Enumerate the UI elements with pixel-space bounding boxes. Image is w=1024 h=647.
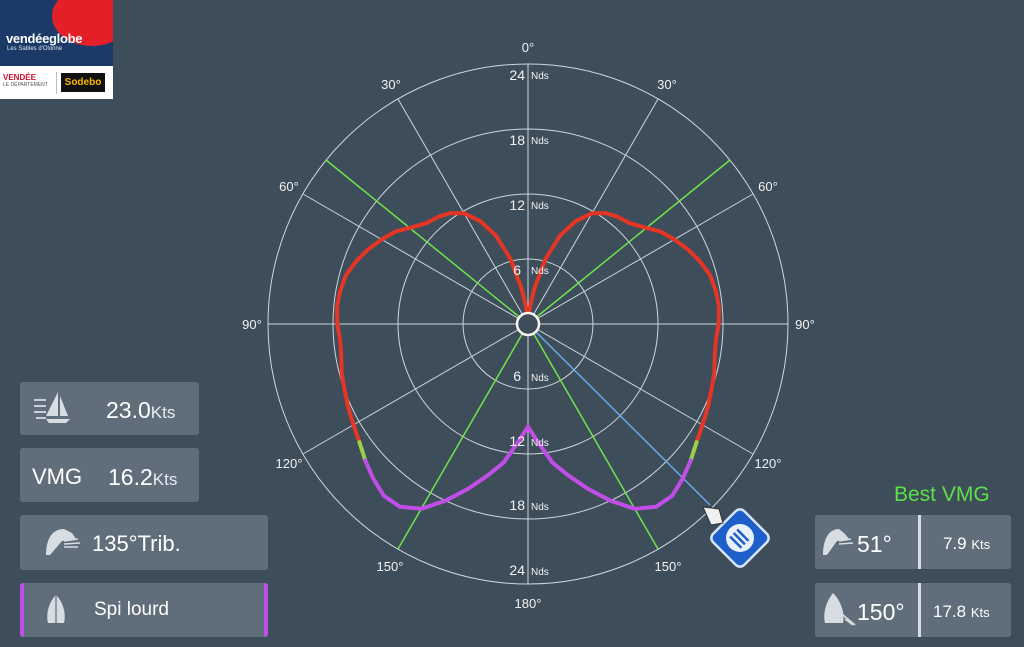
ring-unit-lower-12: Nds [531,438,549,449]
angle-label-90-left: 90° [242,317,262,332]
angle-label-90-right: 90° [795,317,815,332]
ring-label-lower-6: 6 [513,368,521,384]
best-vmg-downwind-panel: 150° 17.8 Kts [815,583,1011,637]
boat-speed-readout: 23.0Kts [106,397,175,424]
best-vmg-upwind-angle: 51° [857,531,892,557]
ring-label-lower-24: 24 [509,562,525,578]
angle-label-30-left: 30° [381,77,401,92]
ring-unit-upper-24: Nds [531,71,549,82]
vmg-readout: 16.2Kts [108,464,177,491]
ring-label-upper-12: 12 [509,197,525,213]
polar-curve-spinnaker-starboard [526,424,693,511]
angle-label-150-right: 150° [655,559,682,574]
angle-label-60-right: 60° [758,179,778,194]
polar-curve-transition-port [357,440,368,463]
angle-label-120-right: 120° [755,456,782,471]
best-vmg-title: Best VMG [894,483,990,506]
upwind-separator [918,515,921,569]
angle-label-60-left: 60° [279,179,299,194]
wind-angle-value: 135°Trib. [92,531,181,556]
best-vmg-downwind-angle: 150° [857,599,905,625]
best-vmg-upwind-panel: 51° 7.9 Kts [815,515,1011,569]
best-vmg-upwind-speed: 7.9 [943,534,967,553]
vmg-panel: VMG 16.2Kts [20,448,199,502]
angle-label-150-left: 150° [377,559,404,574]
polar-curve-upwind-starboard [526,211,721,445]
boat-speed-panel: 23.0Kts [20,382,199,435]
ring-label-upper-18: 18 [509,132,525,148]
angle-label-120-left: 120° [276,456,303,471]
ring-label-lower-18: 18 [509,497,525,513]
downwind-separator [918,583,921,637]
ring-unit-lower-6: Nds [531,373,549,384]
ring-label-lower-12: 12 [509,433,525,449]
vmg-label: VMG [32,464,83,489]
ring-unit-lower-24: Nds [531,567,549,578]
boat-hull-icon [702,506,724,526]
polar-curve-spinnaker-port [363,424,530,511]
best-vmg-upwind-unit: Kts [971,537,991,552]
boat-speed-unit: Kts [150,403,176,422]
upwind-sail-icon [823,529,854,555]
best-vmg-downwind-readout: 17.8 Kts [933,602,990,622]
boat-speed-value: 23.0 [106,397,151,423]
polar-curve-upwind-port [335,211,530,445]
angle-label-30-right: 30° [657,77,677,92]
best-vmg-downwind-unit: Kts [970,605,990,620]
speed-boat-icon [34,392,70,423]
polar-center [515,311,541,337]
polar-curve-transition-starboard [688,440,699,463]
ring-label-upper-6: 6 [513,262,521,278]
ring-unit-lower-18: Nds [531,502,549,513]
best-vmg-downwind-speed: 17.8 [933,602,967,621]
spinnaker-sail-icon [47,595,65,623]
vmg-unit: Kts [152,470,178,489]
angle-label-0: 0° [522,40,534,55]
downwind-sail-icon [824,593,856,626]
vmg-value: 16.2 [108,464,153,490]
ring-unit-upper-6: Nds [531,266,549,277]
ring-unit-upper-12: Nds [531,201,549,212]
sail-selector[interactable]: Spi lourd [20,583,268,637]
ring-label-upper-24: 24 [509,67,525,83]
wind-angle-sail-icon [46,529,81,555]
sail-name: Spi lourd [94,599,169,620]
angle-label-180: 180° [515,596,542,611]
vmg-line-downwind-right [527,323,659,550]
ring-unit-upper-18: Nds [531,136,549,147]
best-vmg-upwind-readout: 7.9 Kts [943,534,990,554]
wind-angle-panel[interactable]: 135°Trib. [20,515,268,570]
